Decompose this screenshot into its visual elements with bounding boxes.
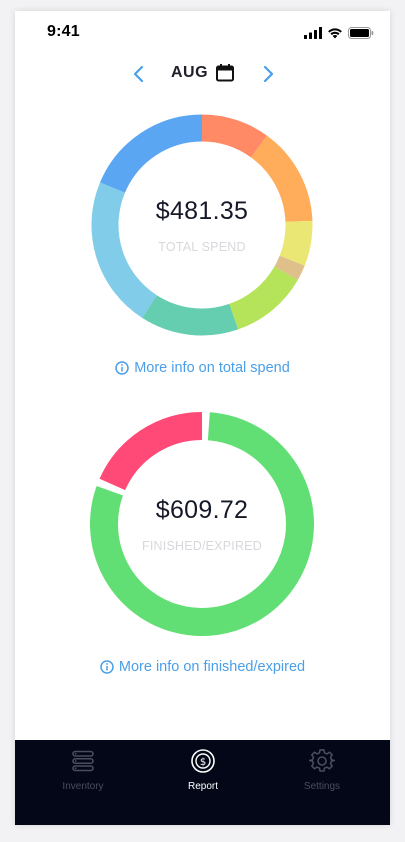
tab-bar: Inventory $ Report Settings: [15, 740, 390, 825]
finished-expired-link-text[interactable]: More info on finished/expired: [119, 659, 305, 675]
calendar-icon[interactable]: [215, 63, 235, 83]
status-bar: 9:41: [15, 11, 390, 55]
tab-inventory[interactable]: Inventory: [33, 748, 133, 808]
month-label[interactable]: AUG: [171, 64, 208, 82]
chevron-right-icon[interactable]: [258, 63, 278, 85]
total-spend-link-text[interactable]: More info on total spend: [134, 360, 290, 376]
status-time: 9:41: [47, 23, 80, 40]
svg-text:$: $: [200, 757, 206, 768]
tab-inventory-label: Inventory: [62, 781, 104, 792]
total-spend-center: $481.35 TOTAL SPEND: [90, 113, 314, 337]
tab-settings-label: Settings: [303, 781, 341, 792]
month-navigation: AUG: [15, 59, 390, 89]
finished-expired-center: $609.72 FINISHED/EXPIRED: [90, 412, 314, 636]
status-icons: [304, 27, 374, 39]
gear-icon: [309, 749, 335, 772]
tab-settings[interactable]: Settings: [272, 748, 372, 808]
list-icon: [72, 750, 94, 772]
total-spend-info-link[interactable]: More info on total spend: [15, 360, 390, 376]
dollar-coin-icon: $: [191, 749, 215, 773]
battery-icon: [348, 27, 374, 39]
signal-icon: [304, 27, 322, 39]
info-icon: [100, 660, 114, 674]
wifi-icon: [328, 28, 342, 39]
tab-report[interactable]: $ Report: [153, 748, 253, 808]
finished-expired-amount: $609.72: [155, 495, 249, 524]
total-spend-amount: $481.35: [155, 196, 249, 225]
total-spend-label: TOTAL SPEND: [158, 239, 246, 254]
info-icon: [115, 361, 129, 375]
finished-expired-label: FINISHED/EXPIRED: [142, 538, 262, 553]
chevron-left-icon[interactable]: [129, 63, 149, 85]
app-screen: 9:41 AUG $481.35 TOTAL SPEND More info o…: [15, 11, 390, 825]
tab-report-label: Report: [187, 781, 218, 792]
total-spend-donut[interactable]: $481.35 TOTAL SPEND: [90, 113, 314, 337]
finished-expired-info-link[interactable]: More info on finished/expired: [15, 659, 390, 675]
finished-expired-donut[interactable]: $609.72 FINISHED/EXPIRED: [90, 412, 314, 636]
